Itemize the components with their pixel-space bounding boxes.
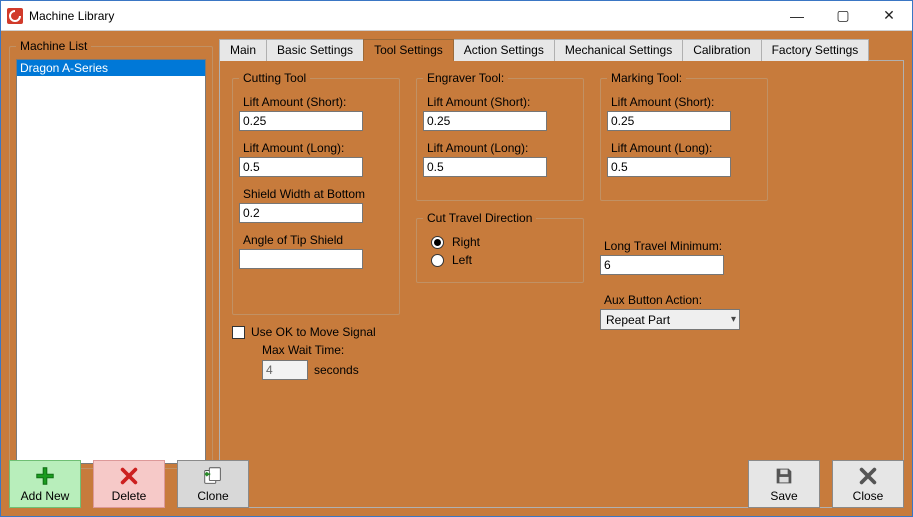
cut-travel-left-row[interactable]: Left	[431, 253, 577, 267]
engraver-lift-short-label: Lift Amount (Short):	[427, 95, 577, 109]
settings-panel: Main Basic Settings Tool Settings Action…	[219, 39, 904, 508]
cut-travel-right-row[interactable]: Right	[431, 235, 577, 249]
aux-button-value: Repeat Part	[606, 313, 670, 327]
shield-width-input[interactable]	[239, 203, 363, 223]
clone-label: Clone	[197, 489, 228, 503]
plus-icon	[34, 465, 56, 487]
maximize-icon: ▢	[836, 7, 849, 24]
cut-travel-legend: Cut Travel Direction	[423, 211, 536, 225]
save-button[interactable]: Save	[748, 460, 820, 508]
ok-move-label: Use OK to Move Signal	[251, 325, 376, 339]
seconds-label: seconds	[314, 363, 359, 377]
ok-move-row: Use OK to Move Signal	[232, 325, 400, 339]
delete-label: Delete	[112, 489, 147, 503]
tab-bar: Main Basic Settings Tool Settings Action…	[219, 39, 904, 61]
radio-left-label: Left	[452, 253, 472, 267]
radio-right-label: Right	[452, 235, 480, 249]
clone-icon	[202, 465, 224, 487]
maximize-button[interactable]: ▢	[820, 1, 866, 31]
app-window: Machine Library — ▢ ✕ Machine List Drago…	[0, 0, 913, 517]
marking-lift-long-input[interactable]	[607, 157, 731, 177]
marking-lift-short-label: Lift Amount (Short):	[611, 95, 761, 109]
tab-calibration[interactable]: Calibration	[682, 39, 761, 61]
max-wait-block: Max Wait Time: seconds	[262, 343, 400, 380]
engraver-lift-short-input[interactable]	[423, 111, 547, 131]
machine-list-item[interactable]: Dragon A-Series	[17, 60, 205, 76]
shield-width-label: Shield Width at Bottom	[243, 187, 393, 201]
radio-right[interactable]	[431, 236, 444, 249]
window-title: Machine Library	[29, 9, 114, 23]
engraver-lift-long-input[interactable]	[423, 157, 547, 177]
cut-travel-group: Cut Travel Direction Right Left	[416, 211, 584, 283]
tab-action-settings[interactable]: Action Settings	[453, 39, 555, 61]
angle-tip-label: Angle of Tip Shield	[243, 233, 393, 247]
tab-basic-settings[interactable]: Basic Settings	[266, 39, 364, 61]
save-label: Save	[770, 489, 797, 503]
delete-button[interactable]: Delete	[93, 460, 165, 508]
cutting-lift-long-input[interactable]	[239, 157, 363, 177]
minimize-button[interactable]: —	[774, 1, 820, 31]
add-new-label: Add New	[21, 489, 70, 503]
tab-content: Cutting Tool Lift Amount (Short): Lift A…	[219, 60, 904, 508]
cutting-lift-short-input[interactable]	[239, 111, 363, 131]
cutting-tool-group: Cutting Tool Lift Amount (Short): Lift A…	[232, 71, 400, 315]
engraver-lift-long-label: Lift Amount (Long):	[427, 141, 577, 155]
long-travel-input[interactable]	[600, 255, 724, 275]
chevron-down-icon: ▾	[731, 314, 736, 325]
machine-list[interactable]: Dragon A-Series	[16, 59, 206, 464]
radio-left[interactable]	[431, 254, 444, 267]
angle-tip-input[interactable]	[239, 249, 363, 269]
tab-tool-settings[interactable]: Tool Settings	[363, 39, 454, 61]
close-icon: ✕	[883, 7, 895, 24]
titlebar: Machine Library — ▢ ✕	[1, 1, 912, 31]
cutting-lift-short-label: Lift Amount (Short):	[243, 95, 393, 109]
close-label: Close	[853, 489, 884, 503]
x-icon	[118, 465, 140, 487]
close-button[interactable]: Close	[832, 460, 904, 508]
machine-list-group: Machine List Dragon A-Series	[9, 39, 213, 469]
tab-factory-settings[interactable]: Factory Settings	[761, 39, 870, 61]
engraver-tool-group: Engraver Tool: Lift Amount (Short): Lift…	[416, 71, 584, 201]
minimize-icon: —	[790, 8, 804, 24]
client-area: Machine List Dragon A-Series Main Basic …	[1, 31, 912, 516]
marking-lift-short-input[interactable]	[607, 111, 731, 131]
app-icon	[7, 8, 23, 24]
max-wait-label: Max Wait Time:	[262, 343, 400, 357]
add-new-button[interactable]: Add New	[9, 460, 81, 508]
marking-tool-legend: Marking Tool:	[607, 71, 686, 85]
button-bar: Add New Delete Clone Save	[9, 460, 904, 508]
clone-button[interactable]: Clone	[177, 460, 249, 508]
cutting-tool-legend: Cutting Tool	[239, 71, 310, 85]
machine-list-legend: Machine List	[16, 39, 91, 53]
max-wait-input[interactable]	[262, 360, 308, 380]
marking-tool-group: Marking Tool: Lift Amount (Short): Lift …	[600, 71, 768, 201]
cutting-lift-long-label: Lift Amount (Long):	[243, 141, 393, 155]
save-icon	[773, 465, 795, 487]
ok-move-checkbox[interactable]	[232, 326, 245, 339]
marking-lift-long-label: Lift Amount (Long):	[611, 141, 761, 155]
tab-mechanical-settings[interactable]: Mechanical Settings	[554, 39, 683, 61]
long-travel-label: Long Travel Minimum:	[604, 239, 768, 253]
aux-button-label: Aux Button Action:	[604, 293, 768, 307]
tab-main[interactable]: Main	[219, 39, 267, 61]
close-icon	[857, 465, 879, 487]
engraver-tool-legend: Engraver Tool:	[423, 71, 508, 85]
close-window-button[interactable]: ✕	[866, 1, 912, 31]
aux-button-dropdown[interactable]: Repeat Part ▾	[600, 309, 740, 330]
